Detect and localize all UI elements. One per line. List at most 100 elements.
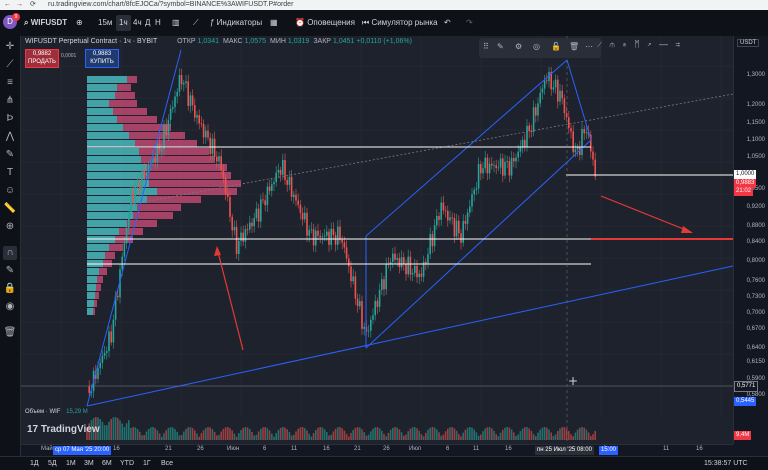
fib-tool-icon[interactable]: ⟋ [597, 39, 609, 49]
lock-icon[interactable]: 🔒 [3, 282, 17, 296]
time-tick-label: 11 [473, 446, 480, 452]
candle-body [231, 216, 233, 231]
volume-profile-up-bar [87, 76, 127, 83]
candle-body [526, 125, 528, 147]
candle-body [460, 233, 462, 243]
volume-profile-up-bar [87, 156, 141, 163]
range-button[interactable]: 5Д [48, 457, 57, 470]
range-button[interactable]: 6М [102, 457, 112, 470]
volume-bar [282, 427, 284, 440]
candle-body [374, 300, 376, 316]
price-axis[interactable]: USDT 1,3000 1,2000 1,1500 1,1000 1,0500 0,950… [733, 36, 768, 444]
currency-selector[interactable]: USDT [737, 39, 760, 47]
candle-body [257, 208, 260, 222]
candle-body [233, 226, 236, 231]
alert-button[interactable]: ⏰ Оповещения [295, 10, 355, 36]
url-text[interactable]: ru.tradingview.com/chart/8fcEJOCa/?symbo… [48, 0, 293, 10]
candle-body [471, 194, 473, 207]
redo-icon[interactable]: ↷ [466, 10, 473, 36]
volume-profile-up-bar [87, 276, 97, 283]
volume-bar [158, 433, 161, 440]
more-icon[interactable]: ⋯ [585, 42, 593, 51]
volume-bar [209, 427, 211, 440]
chart-svg[interactable]: + [21, 36, 733, 444]
crosshair-icon[interactable]: ✛ [3, 40, 17, 54]
trendline-icon[interactable]: ⟋ [3, 58, 17, 72]
candle-body [163, 124, 165, 150]
back-icon[interactable]: ← [4, 0, 11, 10]
price-tick-label: 0,6400 [746, 345, 765, 351]
channel-tool-icon[interactable]: ⇉ [675, 39, 687, 49]
time-tick-label: Май [41, 446, 53, 452]
lock-tool-icon[interactable]: 🔓 [551, 42, 561, 51]
add-symbol-icon[interactable]: ⊕ [76, 10, 83, 36]
candle-body [106, 351, 108, 353]
magnet-icon[interactable]: ∩ [3, 246, 17, 260]
volume-bar [295, 431, 297, 440]
pitchfork-tool-icon[interactable]: ⫛ [609, 39, 621, 49]
candle-body [99, 362, 101, 369]
volume-bar [200, 433, 203, 440]
chart-canvas[interactable]: + WIFUSDT Perpetual Contract · 1ч · BYBI… [21, 36, 733, 444]
lock-draw-icon[interactable]: ✎ [3, 264, 17, 278]
interval-1h[interactable]: 1ч [116, 15, 131, 31]
range-button[interactable]: YTD [120, 457, 134, 470]
volume-bar [429, 427, 431, 440]
emoji-icon[interactable]: ☺ [3, 184, 17, 198]
volume-bar [389, 429, 392, 440]
volume-bar [187, 427, 189, 440]
candle-body [277, 169, 280, 173]
range-button[interactable]: Все [161, 457, 173, 470]
utc-clock[interactable]: 15:38:57 UTC [704, 457, 748, 470]
candle-body [403, 257, 405, 265]
text-icon[interactable]: T [3, 166, 17, 180]
sell-button[interactable]: 0,9882 ПРОДАТЬ [25, 49, 59, 68]
lines-icon[interactable]: ≡ [3, 76, 17, 90]
layouts-icon[interactable]: ▦ [270, 10, 278, 36]
reload-icon[interactable]: ⟳ [30, 0, 36, 10]
eye-icon[interactable]: ◉ [3, 300, 17, 314]
zoom-icon[interactable]: ⊕ [3, 220, 17, 234]
compare-icon[interactable]: ⟋ [193, 10, 199, 36]
fib-icon[interactable]: Ϸ [3, 112, 17, 126]
volume-bar [319, 427, 321, 440]
ray-tool-icon[interactable]: ↗ [647, 39, 659, 49]
interval-4h[interactable]: 4ч [133, 10, 142, 36]
gann-tool-icon[interactable]: ⋔ [622, 39, 634, 49]
paint-icon[interactable]: ✎ [497, 42, 504, 51]
settings-icon[interactable]: ⚙ [515, 42, 522, 51]
interval-15m[interactable]: 15м [98, 10, 112, 36]
interval-d[interactable]: Д [145, 10, 150, 36]
chart-legend: WIFUSDT Perpetual Contract · 1ч · BYBIT … [25, 38, 412, 45]
badge-current-level: 1,0000 [734, 170, 757, 179]
volume-profile-down-bar [139, 148, 209, 155]
candle-body [429, 234, 431, 255]
pattern-icon[interactable]: ⋀ [3, 130, 17, 144]
ruler-icon[interactable]: 📏 [3, 202, 17, 216]
volume-bar [495, 434, 497, 440]
interval-w[interactable]: Н [155, 10, 161, 36]
volume-profile-up-bar [87, 228, 119, 235]
candle-body [532, 107, 535, 132]
undo-icon[interactable]: ↶ [444, 10, 451, 36]
pitchfork-icon[interactable]: ⋔ [3, 94, 17, 108]
range-button[interactable]: 3М [84, 457, 94, 470]
visibility-icon[interactable]: ◎ [533, 42, 540, 51]
range-button[interactable]: 1Г [143, 457, 151, 470]
buy-button[interactable]: 0,9883 КУПИТЬ [85, 49, 119, 68]
bars-style-icon[interactable]: ▥ [172, 10, 180, 36]
delete-tool-icon[interactable]: 🗑 [569, 42, 579, 51]
replay-button[interactable]: ⏮ Симулятор рынка [362, 10, 438, 36]
brush-icon[interactable]: ✎ [3, 148, 17, 162]
range-button[interactable]: 1М [66, 457, 76, 470]
time-tick-label: 16 [113, 446, 120, 452]
volume-bar [462, 432, 464, 440]
indicators-button[interactable]: ƒ Индикаторы [210, 10, 262, 36]
symbol-search[interactable]: ⌕ WIFUSDT [24, 10, 67, 36]
trash-icon[interactable]: 🗑 [3, 326, 17, 340]
drag-handle-icon[interactable]: ⠿ [483, 42, 489, 51]
forward-icon[interactable]: → [16, 0, 23, 10]
range-button[interactable]: 1Д [30, 457, 39, 470]
hline-tool-icon[interactable]: — [659, 39, 675, 49]
wave-tool-icon[interactable]: ᛗ [634, 39, 646, 49]
